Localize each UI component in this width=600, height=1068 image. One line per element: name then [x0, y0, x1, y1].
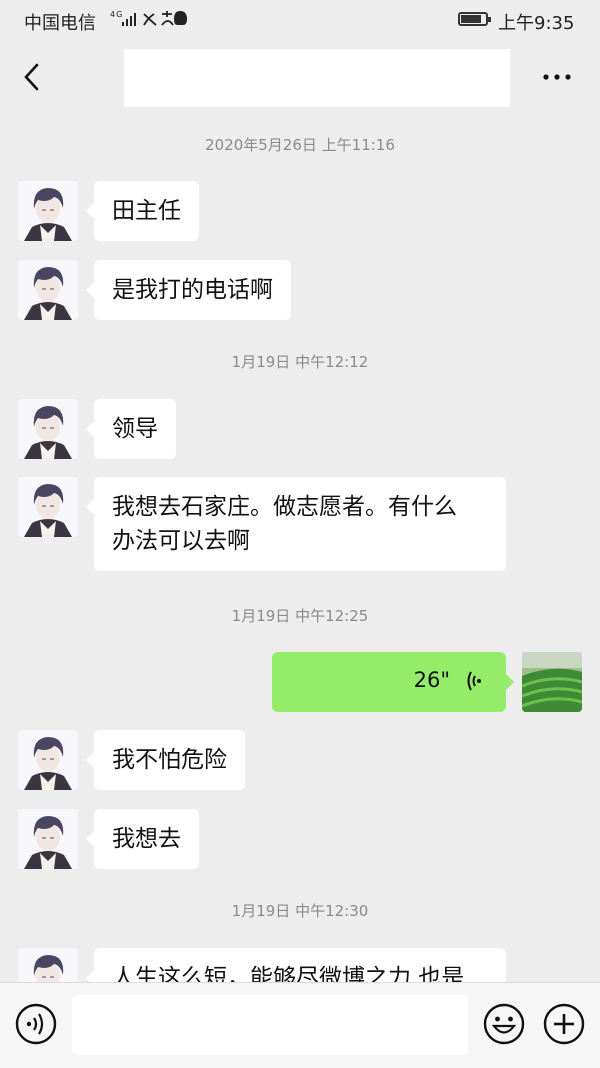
input-bar [0, 982, 600, 1068]
avatar[interactable] [18, 260, 78, 320]
timestamp: 1月19日 中午12:12 [231, 353, 369, 371]
voice-wave-icon [467, 671, 481, 691]
message-bubble[interactable]: 人生这么短，能够尽微博之力 也是 [86, 948, 506, 982]
qq-icon [174, 11, 187, 25]
avatar[interactable] [18, 948, 78, 982]
message-bubble[interactable]: 我不怕危险 [86, 730, 245, 790]
voice-message[interactable]: 26" [272, 652, 514, 712]
voice-mode-icon [15, 1003, 57, 1045]
emoji-button[interactable] [483, 1003, 525, 1045]
signal-icon: 4G [110, 8, 190, 34]
message-bubble[interactable]: 我想去石家庄。做志愿者。有什么 办法可以去啊 [86, 477, 506, 571]
message-bubble[interactable]: 田主任 [86, 181, 199, 241]
missed-call-icon [143, 13, 157, 26]
chevron-left-icon [24, 63, 39, 91]
message-bubble[interactable]: 我想去 [86, 809, 199, 869]
message-bubble[interactable]: 领导 [86, 399, 176, 459]
timestamp: 1月19日 中午12:30 [231, 902, 369, 920]
message-list[interactable]: 2020年5月26日 上午11:16 田主任 是我打的电话啊 1月19日 中午1… [0, 114, 600, 982]
avatar[interactable] [18, 809, 78, 869]
message-line: 办法可以去啊 [112, 528, 250, 554]
status-time: 上午9:35 [498, 13, 575, 34]
alipay-icon [161, 11, 174, 26]
more-dots-icon [543, 74, 571, 80]
chat-header [0, 40, 600, 114]
message-line: 我想去石家庄。做志愿者。有什么 [112, 494, 457, 520]
avatar[interactable] [18, 181, 78, 241]
more-button[interactable] [534, 60, 580, 94]
message-input[interactable] [72, 995, 468, 1055]
carrier-label: 中国电信 [24, 13, 96, 34]
battery-icon [458, 12, 491, 26]
my-avatar[interactable] [522, 652, 582, 712]
timestamp: 1月19日 中午12:25 [231, 607, 369, 625]
chat-title [124, 49, 510, 107]
message-bubble[interactable]: 是我打的电话啊 [86, 260, 291, 320]
back-button[interactable] [14, 58, 48, 96]
avatar[interactable] [18, 399, 78, 459]
status-bar: 中国电信 4G 上午9:35 [0, 0, 600, 40]
voice-duration: 26" [413, 668, 450, 692]
emoji-icon [483, 1003, 525, 1045]
avatar[interactable] [18, 730, 78, 790]
plus-icon [543, 1003, 585, 1045]
network-type: 4G [110, 10, 123, 19]
more-functions-button[interactable] [543, 1003, 585, 1045]
avatar[interactable] [18, 477, 78, 537]
voice-mode-button[interactable] [15, 1003, 57, 1045]
timestamp: 2020年5月26日 上午11:16 [205, 136, 395, 154]
